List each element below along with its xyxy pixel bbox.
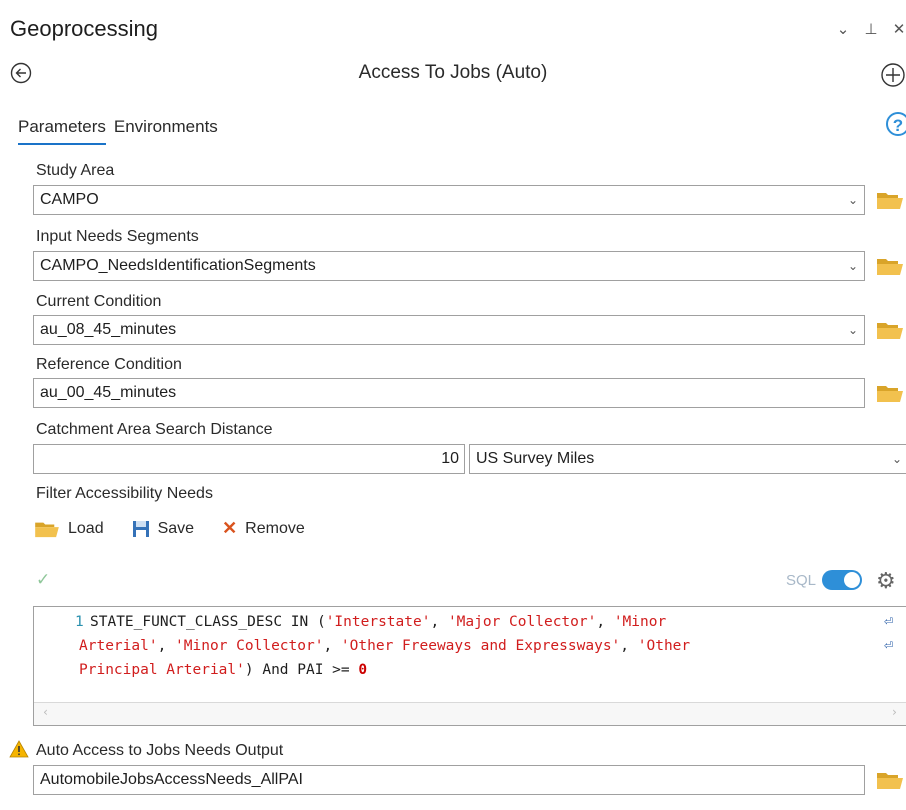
- chevron-down-icon: ⌄: [847, 259, 858, 273]
- add-icon[interactable]: [880, 62, 906, 88]
- filter-toolbar: Load Save ✕ Remove: [34, 518, 333, 539]
- scroll-right-icon[interactable]: ›: [891, 705, 898, 719]
- save-button[interactable]: Save: [132, 520, 194, 538]
- input-needs-label: Input Needs Segments: [36, 228, 199, 245]
- output-value: AutomobileJobsAccessNeeds_AllPAI: [40, 771, 303, 788]
- chevron-down-icon: ⌄: [847, 323, 858, 337]
- catchment-distance-input[interactable]: 10: [33, 444, 465, 474]
- wrap-icon: ⏎: [884, 636, 894, 654]
- current-condition-dropdown[interactable]: au_08_45_minutes ⌄: [33, 315, 865, 345]
- sql-toggle-label: SQL: [786, 572, 817, 589]
- horizontal-scrollbar[interactable]: ‹ ›: [34, 702, 906, 725]
- wrap-icon: ⏎: [884, 612, 894, 630]
- current-condition-value: au_08_45_minutes: [40, 321, 177, 338]
- tab-parameters[interactable]: Parameters: [18, 117, 106, 145]
- tool-title: Access To Jobs (Auto): [358, 62, 548, 83]
- save-label: Save: [157, 519, 195, 537]
- output-input[interactable]: AutomobileJobsAccessNeeds_AllPAI: [33, 765, 865, 795]
- sql-toggle[interactable]: [822, 570, 862, 590]
- remove-button[interactable]: ✕ Remove: [222, 518, 305, 539]
- sql-editor[interactable]: 1 STATE_FUNCT_CLASS_DESC IN ('Interstate…: [33, 606, 906, 726]
- gear-icon[interactable]: ⚙: [876, 568, 896, 594]
- scroll-left-icon[interactable]: ‹: [42, 705, 49, 719]
- load-button[interactable]: Load: [34, 519, 104, 539]
- folder-icon[interactable]: [876, 319, 904, 341]
- tab-bar: Parameters Environments: [18, 117, 218, 145]
- load-label: Load: [68, 519, 104, 537]
- sql-line-3: Principal Arterial') And PAI >= 0: [79, 662, 368, 678]
- filter-accessibility-label: Filter Accessibility Needs: [36, 485, 213, 502]
- collapse-icon[interactable]: ⌄: [836, 20, 850, 38]
- reference-condition-input[interactable]: au_00_45_minutes: [33, 378, 865, 408]
- distance-unit-value: US Survey Miles: [476, 450, 595, 467]
- save-icon: [132, 520, 149, 537]
- study-area-dropdown[interactable]: CAMPO ⌄: [33, 185, 865, 215]
- sql-line-2: Arterial', 'Minor Collector', 'Other Fre…: [79, 638, 691, 654]
- current-condition-label: Current Condition: [36, 293, 162, 310]
- warning-icon: [9, 740, 29, 758]
- folder-icon[interactable]: [876, 382, 904, 404]
- folder-icon[interactable]: [876, 255, 904, 277]
- pane-title: Geoprocessing: [10, 16, 158, 41]
- sql-line-1: STATE_FUNCT_CLASS_DESC IN ('Interstate',…: [90, 614, 667, 630]
- folder-icon[interactable]: [876, 769, 904, 791]
- chevron-down-icon: ⌄: [891, 452, 902, 466]
- tab-environments[interactable]: Environments: [114, 117, 218, 145]
- distance-unit-dropdown[interactable]: US Survey Miles ⌄: [469, 444, 906, 474]
- catchment-distance-label: Catchment Area Search Distance: [36, 421, 273, 438]
- chevron-down-icon: ⌄: [847, 193, 858, 207]
- study-area-value: CAMPO: [40, 191, 99, 208]
- folder-open-icon: [35, 522, 59, 537]
- reference-condition-value: au_00_45_minutes: [40, 384, 177, 401]
- help-icon[interactable]: ?: [886, 112, 906, 136]
- output-label: Auto Access to Jobs Needs Output: [36, 742, 284, 759]
- window-controls: ⌄ ⊥ ✕: [836, 20, 906, 38]
- reference-condition-label: Reference Condition: [36, 356, 182, 373]
- input-needs-value: CAMPO_NeedsIdentificationSegments: [40, 257, 316, 274]
- close-icon[interactable]: ✕: [892, 20, 906, 38]
- folder-icon[interactable]: [876, 189, 904, 211]
- remove-icon: ✕: [222, 518, 238, 538]
- line-number: 1: [75, 614, 84, 630]
- pin-icon[interactable]: ⊥: [864, 20, 878, 38]
- checkmark-icon: ✓: [36, 570, 51, 589]
- remove-label: Remove: [245, 519, 305, 537]
- input-needs-dropdown[interactable]: CAMPO_NeedsIdentificationSegments ⌄: [33, 251, 865, 281]
- study-area-label: Study Area: [36, 162, 115, 179]
